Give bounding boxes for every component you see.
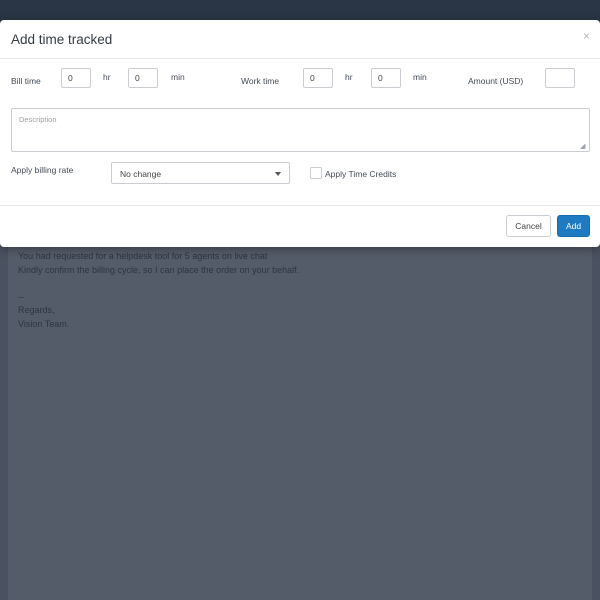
- bill-time-hours-input[interactable]: [61, 68, 91, 88]
- amount-input[interactable]: [545, 68, 575, 88]
- billing-rate-selected-value: No change: [120, 169, 162, 179]
- apply-time-credits-checkbox[interactable]: [310, 167, 322, 179]
- close-icon[interactable]: ×: [583, 30, 590, 42]
- footer-divider: [0, 205, 600, 206]
- billing-rate-label: Apply billing rate: [11, 165, 74, 175]
- work-time-hr-unit: hr: [345, 72, 353, 82]
- bill-time-minutes-input[interactable]: [128, 68, 158, 88]
- email-line: [18, 277, 299, 291]
- apply-time-credits-label[interactable]: Apply Time Credits: [325, 169, 396, 179]
- work-time-label: Work time: [241, 76, 280, 86]
- email-line: Kindly confirm the billing cycle, so I c…: [18, 264, 300, 275]
- resize-grip-icon[interactable]: ◢: [580, 143, 585, 150]
- bill-time-hr-unit: hr: [103, 72, 111, 82]
- add-time-modal: Add time tracked × Bill time hr min Work…: [0, 20, 600, 247]
- modal-title: Add time tracked: [11, 32, 113, 47]
- description-textarea[interactable]: [11, 108, 590, 152]
- work-time-hours-input[interactable]: [303, 68, 333, 88]
- work-time-min-unit: min: [413, 72, 427, 82]
- email-line: You had requested for a helpdesk tool fo…: [18, 251, 268, 261]
- email-line: --: [18, 291, 24, 302]
- add-button[interactable]: Add: [557, 215, 590, 237]
- amount-label: Amount (USD): [468, 76, 524, 86]
- email-line: Vision Team.: [18, 318, 70, 329]
- modal-header: Add time tracked ×: [0, 20, 600, 59]
- bill-time-min-unit: min: [171, 72, 185, 82]
- email-body: You had requested for a helpdesk tool fo…: [18, 250, 299, 331]
- work-time-minutes-input[interactable]: [371, 68, 401, 88]
- billing-rate-select[interactable]: No change: [111, 162, 290, 184]
- email-line: Regards,: [18, 305, 55, 315]
- bill-time-label: Bill time: [11, 76, 41, 86]
- chevron-down-icon: [275, 172, 281, 176]
- cancel-button[interactable]: Cancel: [506, 215, 551, 237]
